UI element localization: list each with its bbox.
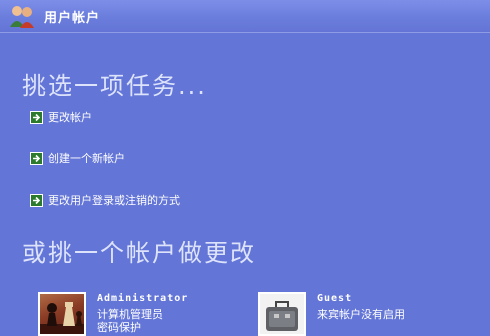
account-guest[interactable]: Guest 来宾帐户没有启用 xyxy=(258,292,458,336)
avatar xyxy=(258,292,306,336)
green-arrow-icon xyxy=(30,193,43,207)
pick-account-heading: 或挑一个帐户做更改 xyxy=(22,239,256,267)
title-bar: 用户帐户 xyxy=(0,0,490,33)
green-arrow-icon xyxy=(30,110,43,124)
account-name: Administrator xyxy=(97,293,189,304)
pick-task-heading: 挑选一项任务... xyxy=(22,72,207,100)
avatar xyxy=(38,292,86,336)
suitcase-icon xyxy=(266,301,298,331)
task-label: 更改用户登录或注销的方式 xyxy=(48,194,180,207)
chess-pieces-icon xyxy=(40,302,84,334)
account-status: 密码保护 xyxy=(97,321,141,334)
green-arrow-icon xyxy=(30,151,43,165)
task-label: 创建一个新帐户 xyxy=(48,152,125,165)
account-status: 来宾帐户没有启用 xyxy=(317,308,405,321)
account-administrator[interactable]: Administrator 计算机管理员 密码保护 xyxy=(38,292,228,336)
window-title: 用户帐户 xyxy=(44,11,101,26)
task-create-account[interactable]: 创建一个新帐户 xyxy=(30,150,125,166)
users-icon xyxy=(10,6,34,28)
task-label: 更改帐户 xyxy=(48,111,92,124)
task-change-logon-method[interactable]: 更改用户登录或注销的方式 xyxy=(30,192,180,208)
task-change-account[interactable]: 更改帐户 xyxy=(30,109,92,125)
account-name: Guest xyxy=(317,293,353,304)
